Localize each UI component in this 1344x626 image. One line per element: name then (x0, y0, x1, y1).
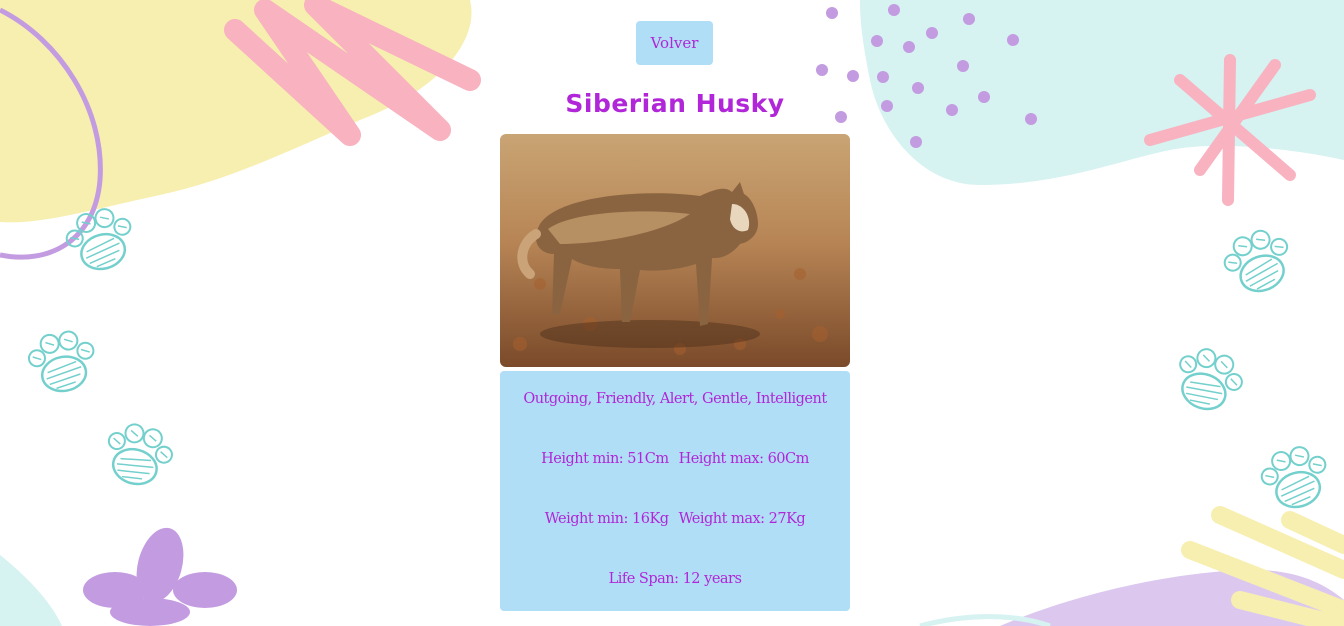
lilac-flower (83, 527, 237, 626)
paw-print (1216, 222, 1301, 302)
dog-photo (500, 134, 850, 367)
weight-max-text: Weight max: 27Kg (678, 511, 806, 527)
life-span-text: Life Span: 12 years (608, 571, 742, 587)
height-row: Height min: 51Cm Height max: 60Cm (500, 451, 850, 467)
paw-print (24, 326, 101, 398)
weight-min-text: Weight min: 16Kg (544, 511, 669, 527)
height-max-text: Height max: 60Cm (678, 451, 810, 467)
weight-row: Weight min: 16Kg Weight max: 27Kg (500, 511, 850, 527)
paw-print (98, 417, 179, 493)
temperament-text: Outgoing, Friendly, Alert, Gentle, Intel… (523, 391, 827, 407)
paw-print (1255, 440, 1336, 516)
breed-info-card: Outgoing, Friendly, Alert, Gentle, Intel… (500, 371, 850, 611)
height-min-text: Height min: 51Cm (541, 451, 669, 467)
paw-print (1166, 340, 1251, 420)
back-button[interactable]: Volver (636, 21, 713, 65)
breed-title: Siberian Husky (565, 89, 785, 118)
mint-corner (0, 555, 62, 626)
